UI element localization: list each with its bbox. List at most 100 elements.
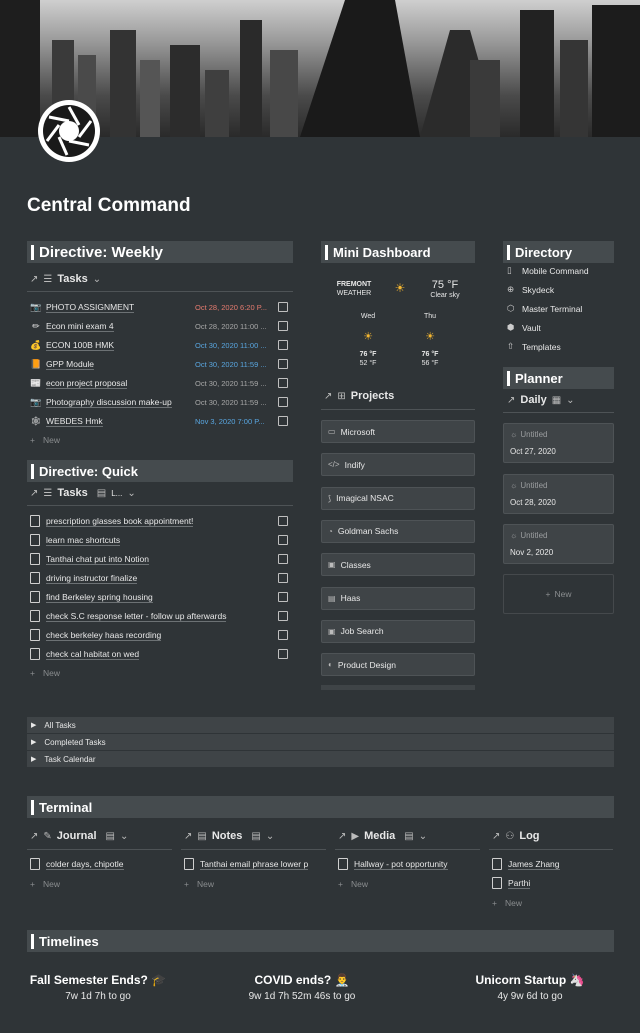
- triangle-right-icon[interactable]: ▶: [31, 755, 36, 763]
- chevron-down-icon[interactable]: ⌄: [120, 831, 128, 842]
- task-name[interactable]: GPP Module: [46, 359, 95, 370]
- terminal-entry[interactable]: James Zhang: [492, 855, 560, 873]
- toggle-block[interactable]: ▶ All Tasks: [27, 717, 614, 733]
- chevron-down-icon[interactable]: ⌄: [419, 831, 427, 842]
- terminal-new-button[interactable]: + New: [492, 898, 522, 908]
- task-checkbox[interactable]: [278, 630, 288, 640]
- quick-task-row[interactable]: Tanthai chat put into Notion: [30, 550, 150, 568]
- terminal-entry[interactable]: Hallway - pot opportunity: [338, 855, 448, 873]
- quick-task-row[interactable]: learn mac shortcuts: [30, 531, 121, 549]
- weekly-view-tab[interactable]: ↗ ☰ Tasks ⌄: [30, 273, 101, 285]
- quick-task-row[interactable]: check S.C response letter - follow up af…: [30, 607, 227, 625]
- task-name[interactable]: PHOTO ASSIGNMENT: [46, 302, 135, 313]
- directory-link[interactable]: ▯ Mobile Command: [507, 265, 589, 276]
- project-card[interactable]: </> Indify: [321, 453, 475, 477]
- quick-task-name[interactable]: Tanthai chat put into Notion: [46, 554, 150, 565]
- quick-task-row[interactable]: driving instructor finalize: [30, 569, 138, 587]
- directory-link[interactable]: ⊕ Skydeck: [507, 284, 554, 295]
- task-row[interactable]: 🕸 WEBDES Hmk: [29, 412, 103, 430]
- project-card[interactable]: ▤ Haas: [321, 586, 475, 610]
- task-checkbox[interactable]: [278, 416, 288, 426]
- terminal-entry-name[interactable]: Parthi: [508, 878, 531, 889]
- project-card[interactable]: ▣ Classes: [321, 553, 475, 577]
- task-checkbox[interactable]: [278, 378, 288, 388]
- terminal-new-button[interactable]: + New: [184, 879, 214, 889]
- quick-task-row[interactable]: check berkeley haas recording: [30, 626, 162, 644]
- task-name[interactable]: econ project proposal: [46, 378, 128, 389]
- terminal-entry-name[interactable]: Hallway - pot opportunity: [354, 859, 448, 870]
- task-checkbox[interactable]: [278, 649, 288, 659]
- planner-view-tab[interactable]: ↗ Daily ▦ ⌄: [507, 394, 575, 406]
- chevron-down-icon[interactable]: ⌄: [127, 488, 135, 499]
- terminal-new-button[interactable]: + New: [30, 879, 60, 889]
- quick-view2-label[interactable]: L...: [111, 489, 122, 498]
- chevron-down-icon[interactable]: ⌄: [93, 274, 101, 285]
- task-row[interactable]: 📷 PHOTO ASSIGNMENT: [29, 298, 135, 316]
- task-row[interactable]: 📷 Photography discussion make-up: [29, 393, 172, 411]
- planner-card[interactable]: ☼ Untitled Oct 28, 2020: [503, 473, 614, 514]
- quick-task-name[interactable]: check S.C response letter - follow up af…: [46, 611, 227, 622]
- task-name[interactable]: ECON 100B HMK: [46, 340, 115, 351]
- planner-card[interactable]: ☼ Untitled Oct 27, 2020: [503, 423, 614, 463]
- terminal-entry-name[interactable]: colder days, chipotle: [46, 859, 124, 870]
- quick-task-row[interactable]: find Berkeley spring housing: [30, 588, 153, 606]
- terminal-entry-name[interactable]: Tanthai email phrase lower p: [200, 859, 309, 870]
- toggle-block[interactable]: ▶ Completed Tasks: [27, 734, 614, 750]
- project-card[interactable]: ▭ Microsoft: [321, 420, 475, 443]
- projects-view-tab[interactable]: ↗ ⊞ Projects: [324, 390, 394, 402]
- task-checkbox[interactable]: [278, 535, 288, 545]
- task-checkbox[interactable]: [278, 397, 288, 407]
- directory-link[interactable]: ⬡ Master Terminal: [507, 303, 582, 314]
- quick-task-name[interactable]: check cal habitat on wed: [46, 649, 140, 660]
- directory-link[interactable]: ⬢ Vault: [507, 322, 541, 333]
- task-name[interactable]: Photography discussion make-up: [46, 397, 172, 408]
- quick-task-row[interactable]: prescription glasses book appointment!: [30, 512, 194, 530]
- project-card[interactable]: ⟆ Imagical NSAC: [321, 486, 475, 510]
- weekly-new-button[interactable]: + New: [30, 435, 60, 445]
- task-checkbox[interactable]: [278, 516, 288, 526]
- quick-task-name[interactable]: prescription glasses book appointment!: [46, 516, 194, 527]
- project-card[interactable]: ◔ Goldman Sachs: [321, 519, 475, 543]
- quick-new-button[interactable]: + New: [30, 668, 60, 678]
- quick-task-row[interactable]: check cal habitat on wed: [30, 645, 140, 663]
- toggle-label: Task Calendar: [44, 754, 96, 764]
- task-name[interactable]: Econ mini exam 4: [46, 321, 114, 332]
- project-card[interactable]: ◐ Product Design: [321, 653, 475, 677]
- quick-view-tab[interactable]: ↗ ☰ Tasks ▤ L... ⌄: [30, 487, 136, 499]
- directory-link[interactable]: ⇧ Templates: [507, 341, 561, 352]
- task-checkbox[interactable]: [278, 321, 288, 331]
- task-checkbox[interactable]: [278, 611, 288, 621]
- terminal-entry-name[interactable]: James Zhang: [508, 859, 560, 870]
- planner-card[interactable]: ☼ Untitled Nov 2, 2020: [503, 524, 614, 564]
- task-checkbox[interactable]: [278, 340, 288, 350]
- task-checkbox[interactable]: [278, 573, 288, 583]
- task-row[interactable]: 📰 econ project proposal: [29, 374, 128, 392]
- terminal-view-tab[interactable]: ↗ ✎ Journal ▤ ⌄: [30, 830, 128, 842]
- triangle-right-icon[interactable]: ▶: [31, 721, 36, 729]
- task-row[interactable]: 💰 ECON 100B HMK: [29, 336, 115, 354]
- toggle-block[interactable]: ▶ Task Calendar: [27, 751, 614, 767]
- quick-task-name[interactable]: find Berkeley spring housing: [46, 592, 153, 603]
- task-checkbox[interactable]: [278, 359, 288, 369]
- task-row[interactable]: ✏ Econ mini exam 4: [29, 317, 114, 335]
- terminal-entry[interactable]: Tanthai email phrase lower p: [184, 855, 309, 873]
- task-row[interactable]: 📙 GPP Module: [29, 355, 95, 373]
- task-checkbox[interactable]: [278, 592, 288, 602]
- task-checkbox[interactable]: [278, 554, 288, 564]
- terminal-view-tab[interactable]: ↗ ⚇ Log: [492, 830, 540, 842]
- task-name[interactable]: WEBDES Hmk: [46, 416, 103, 427]
- quick-task-name[interactable]: driving instructor finalize: [46, 573, 138, 584]
- project-card[interactable]: ▣ Job Search: [321, 619, 475, 643]
- task-checkbox[interactable]: [278, 302, 288, 312]
- quick-task-name[interactable]: learn mac shortcuts: [46, 535, 121, 546]
- planner-new-card[interactable]: + New: [503, 574, 614, 614]
- quick-task-name[interactable]: check berkeley haas recording: [46, 630, 162, 641]
- terminal-new-button[interactable]: + New: [338, 879, 368, 889]
- terminal-view-tab[interactable]: ↗ ▶ Media ▤ ⌄: [338, 830, 427, 842]
- terminal-entry[interactable]: colder days, chipotle: [30, 855, 124, 873]
- terminal-entry[interactable]: Parthi: [492, 874, 531, 892]
- triangle-right-icon[interactable]: ▶: [31, 738, 36, 746]
- terminal-view-tab[interactable]: ↗ ▤ Notes ▤ ⌄: [184, 830, 274, 842]
- chevron-down-icon[interactable]: ⌄: [266, 831, 274, 842]
- chevron-down-icon[interactable]: ⌄: [566, 395, 574, 406]
